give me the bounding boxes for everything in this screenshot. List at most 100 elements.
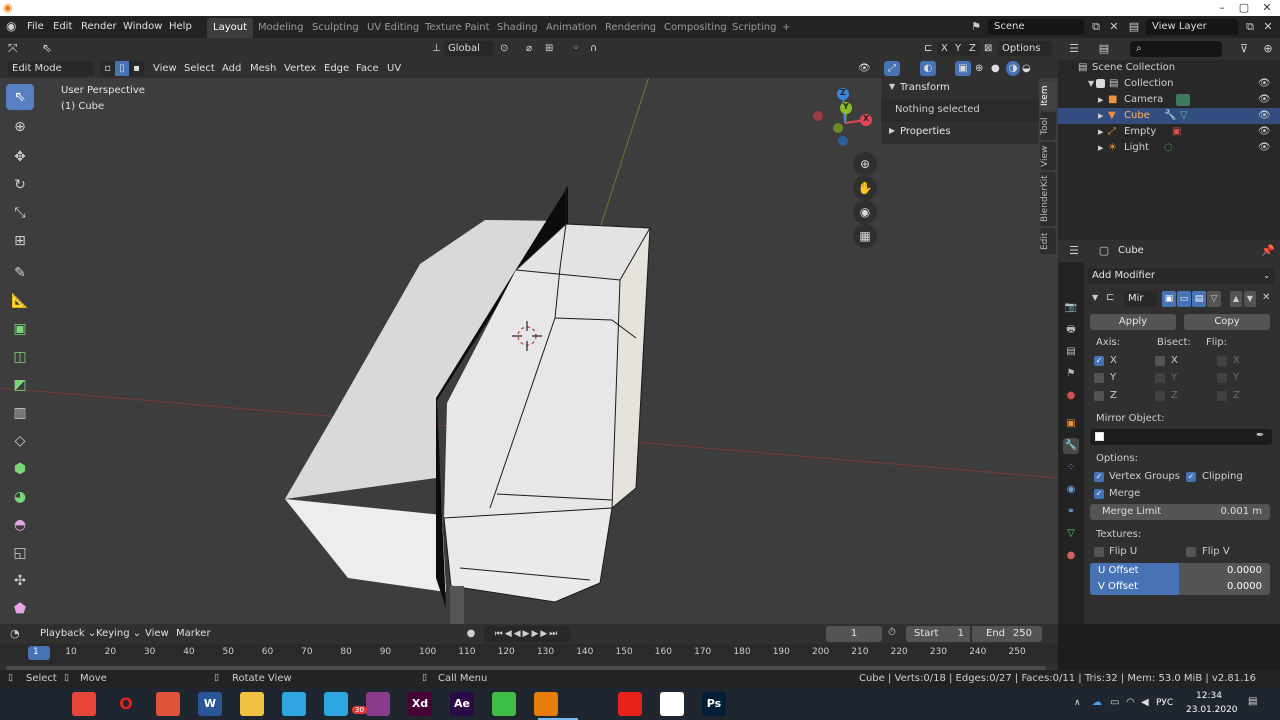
select-box-tool-icon[interactable]: ⇖ <box>6 84 34 110</box>
java-icon[interactable] <box>660 692 684 716</box>
move-tool-icon[interactable]: ✥ <box>6 144 34 170</box>
telegram-icon[interactable] <box>282 692 306 716</box>
zoom-icon[interactable]: ⊕ <box>853 152 877 176</box>
axis-y-toggle[interactable]: Y <box>951 41 966 56</box>
measure-tool-icon[interactable]: 📐 <box>6 288 34 314</box>
outliner-row-light[interactable]: ▶ ☀ Light ◌ 👁 <box>1058 140 1280 156</box>
stopwatch-icon[interactable]: ⏱ <box>888 627 896 638</box>
outliner-search-input[interactable]: ⌕ <box>1130 41 1222 57</box>
tab-rendering[interactable]: Rendering <box>599 18 662 38</box>
transform-orientation-dropdown[interactable]: Global <box>444 41 494 56</box>
edge-slide-tool-icon[interactable]: ◱ <box>6 540 34 566</box>
clipping-checkbox[interactable]: ✓ <box>1186 472 1196 482</box>
view-layer-field[interactable]: View Layer <box>1146 19 1238 35</box>
xd-icon[interactable]: Xd <box>408 692 432 716</box>
auto-merge-icon[interactable]: ⊠ <box>984 41 992 56</box>
transform-tool-icon[interactable]: ⊞ <box>6 228 34 254</box>
ae-icon[interactable]: Ae <box>450 692 474 716</box>
scene-icon[interactable]: ⚑ <box>968 19 984 35</box>
tab-item[interactable]: Item <box>1040 82 1056 110</box>
data-tab-icon[interactable]: ▽ <box>1063 526 1079 542</box>
winrar-icon[interactable] <box>366 692 390 716</box>
output-tab-icon[interactable]: 🖶 <box>1063 322 1079 338</box>
tab-view[interactable]: View <box>1040 142 1056 170</box>
menu-help[interactable]: Help <box>169 20 192 34</box>
word-icon[interactable]: W <box>198 692 222 716</box>
youtube-icon[interactable] <box>618 692 642 716</box>
menu-face[interactable]: Face <box>356 61 379 76</box>
wifi-icon[interactable]: ◠ <box>1126 697 1135 708</box>
end-frame-field[interactable]: End 250 <box>972 626 1042 642</box>
outliner-row-scene-collection[interactable]: ▤ Scene Collection <box>1058 60 1280 76</box>
menu-edit[interactable]: Edit <box>53 20 72 34</box>
outliner-row-camera[interactable]: ▶ ■ Camera 👁 <box>1058 92 1280 108</box>
current-frame-field[interactable]: 1 <box>826 626 882 642</box>
inset-tool-icon[interactable]: ◫ <box>6 344 34 370</box>
tab-texture-paint[interactable]: Texture Paint <box>419 18 496 38</box>
u-offset-field[interactable]: U Offset 0.0000 <box>1090 563 1270 579</box>
expand-arrow-icon[interactable]: ▶ <box>1098 124 1103 140</box>
axis-x-checkbox[interactable]: ✓ <box>1094 356 1104 366</box>
transform-panel-header[interactable]: ▼ Transform <box>881 78 1039 100</box>
tab-edit[interactable]: Edit <box>1040 228 1056 254</box>
remove-modifier-icon[interactable]: ✕ <box>1262 292 1270 303</box>
view-layer-tab-icon[interactable]: ▤ <box>1063 344 1079 360</box>
timeline-view-menu[interactable]: View <box>145 628 169 639</box>
volume-icon[interactable]: ◀ <box>1141 697 1149 708</box>
pan-hand-icon[interactable]: ✋ <box>853 176 877 200</box>
menu-file[interactable]: File <box>27 20 44 34</box>
minimize-icon[interactable]: – <box>1210 0 1234 16</box>
tab-scripting[interactable]: Scripting <box>726 18 782 38</box>
collapse-icon[interactable]: ▼ <box>1092 293 1098 302</box>
falloff-icon[interactable]: ∩ <box>590 41 597 56</box>
rendered-shading-icon[interactable]: ◒ <box>1022 61 1031 76</box>
edge-select-icon[interactable]: ▯ <box>115 61 129 76</box>
menu-add[interactable]: Add <box>222 61 241 76</box>
new-scene-icon[interactable]: ⧉ <box>1088 19 1104 35</box>
apply-button[interactable]: Apply <box>1090 314 1176 330</box>
axis-x-toggle[interactable]: X <box>937 41 952 56</box>
view-layer-icon[interactable]: ▤ <box>1126 19 1142 35</box>
snap-icon[interactable]: ⌀ <box>526 41 532 56</box>
flip-u-checkbox[interactable] <box>1094 547 1104 557</box>
menu-view[interactable]: View <box>153 61 177 76</box>
physics-tab-icon[interactable]: ◉ <box>1063 482 1079 498</box>
task-view-icon[interactable] <box>44 692 68 716</box>
annotate-tool-icon[interactable]: ✎ <box>6 260 34 286</box>
mirror-options-icon[interactable]: ⊏ <box>924 41 932 56</box>
eye-icon[interactable]: 👁 <box>1258 108 1271 124</box>
tab-animation[interactable]: Animation <box>540 18 603 38</box>
material-tab-icon[interactable]: ● <box>1063 548 1079 564</box>
snap-target-icon[interactable]: ⊞ <box>545 41 553 56</box>
tab-sculpting[interactable]: Sculpting <box>306 18 365 38</box>
smooth-tool-icon[interactable]: ◓ <box>6 512 34 538</box>
outliner-row-collection[interactable]: ▼ ▤ Collection 👁 <box>1058 76 1280 92</box>
eye-icon[interactable]: 👁 <box>1258 140 1271 156</box>
world-tab-icon[interactable]: ● <box>1063 388 1079 404</box>
new-collection-icon[interactable]: ⊕ <box>1260 41 1276 57</box>
telegram-badge-icon[interactable] <box>324 692 348 716</box>
tab-modeling[interactable]: Modeling <box>252 18 310 38</box>
playback-controls[interactable]: ⏮◀◀▶▶▶⏭ <box>484 626 570 642</box>
scale-tool-icon[interactable]: ⤡ <box>6 200 34 226</box>
network-icon[interactable]: ▭ <box>1110 697 1119 708</box>
scene-tab-icon[interactable]: ⚑ <box>1063 366 1079 382</box>
v-offset-field[interactable]: V Offset 0.0000 <box>1090 579 1270 595</box>
tool-settings-icon[interactable]: ⇖ <box>42 41 52 56</box>
pin-icon[interactable]: 📌 <box>1260 243 1276 259</box>
modifiers-tab-icon[interactable]: 🔧 <box>1063 438 1079 454</box>
eye-icon[interactable]: 👁 <box>1258 76 1271 92</box>
properties-panel-header[interactable]: ▶ Properties <box>881 122 1039 144</box>
bisect-z-checkbox[interactable] <box>1155 391 1165 401</box>
object-tab-icon[interactable]: ▣ <box>1063 416 1079 432</box>
onedrive-icon[interactable]: ☁ <box>1092 697 1102 708</box>
start-frame-field[interactable]: Start 1 <box>906 626 970 642</box>
tab-uv-editing[interactable]: UV Editing <box>361 18 425 38</box>
notifications-icon[interactable]: ▤ <box>1248 696 1257 707</box>
on-cage-icon[interactable]: ▽ <box>1207 291 1221 307</box>
pivot-icon[interactable]: ⊙ <box>500 41 508 56</box>
merge-limit-field[interactable]: Merge Limit 0.001 m <box>1090 504 1270 520</box>
display-mode-icon[interactable]: ▤ <box>1096 41 1112 57</box>
knife-tool-icon[interactable]: ◇ <box>6 428 34 454</box>
face-select-icon[interactable]: ▪ <box>129 61 144 76</box>
